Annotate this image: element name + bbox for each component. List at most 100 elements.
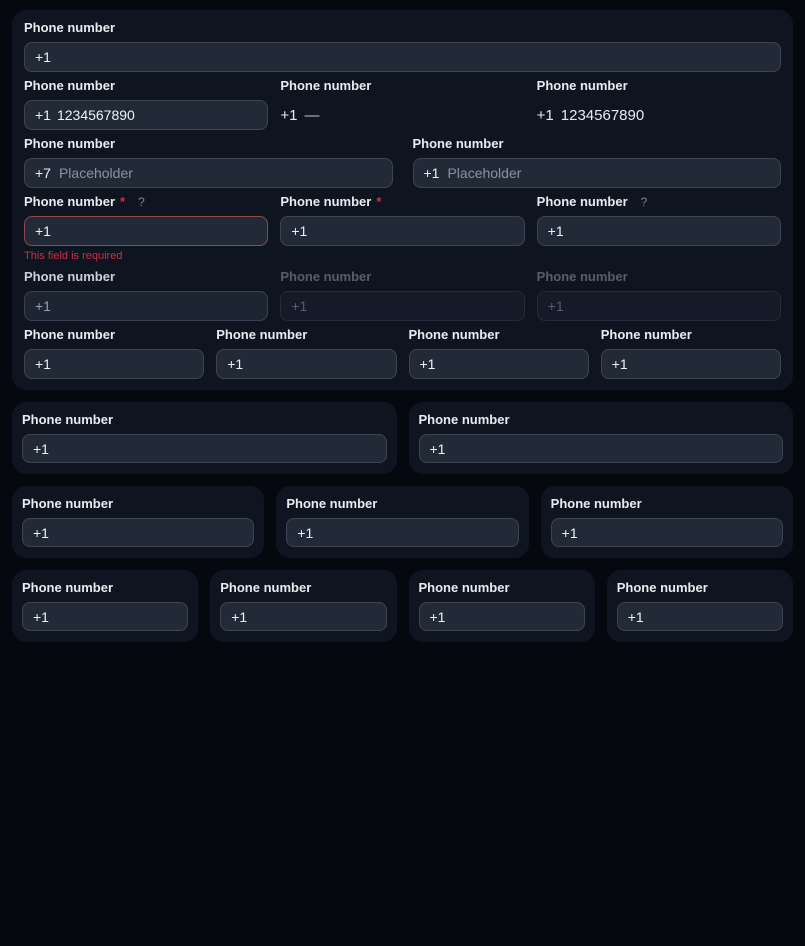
phone-field-required: Phone number * +1 [280, 194, 524, 263]
dial-code-prefix: +1 [280, 107, 297, 124]
phone-field-card: Phone number +1 [12, 486, 264, 558]
phone-field-with-help: Phone number ? +1 [537, 194, 781, 263]
phone-label: Phone number [419, 412, 784, 428]
phone-label-text: Phone number [617, 580, 708, 596]
phone-label: Phone number [537, 78, 781, 94]
phone-label: Phone number [24, 136, 393, 152]
phone-label: Phone number [280, 269, 524, 285]
phone-label-text: Phone number [216, 327, 307, 343]
dial-code-prefix: +1 [231, 609, 247, 625]
phone-field-card: Phone number +1 [12, 570, 198, 642]
dial-code-prefix: +1 [35, 356, 51, 372]
phone-number-value: — [304, 107, 319, 124]
dial-code-prefix: +1 [33, 525, 49, 541]
phone-label-text: Phone number [537, 78, 628, 94]
phone-number-value: 1234567890 [57, 107, 135, 123]
phone-input[interactable]: +1 [280, 216, 524, 246]
phone-label: Phone number [601, 327, 781, 343]
dial-code-prefix: +1 [291, 223, 307, 239]
phone-label: Phone number [24, 269, 268, 285]
phone-label-text: Phone number [280, 194, 371, 210]
phone-input[interactable]: +1 Placeholder [413, 158, 782, 188]
help-question-icon[interactable]: ? [641, 194, 648, 210]
dial-code-prefix: +1 [35, 223, 51, 239]
phone-field-card: Phone number +1 [409, 402, 794, 474]
phone-label-text: Phone number [280, 78, 371, 94]
phone-input[interactable]: +1 [419, 434, 784, 463]
phone-input[interactable]: +1 [220, 602, 386, 631]
phone-label-text: Phone number [24, 269, 115, 285]
phone-input[interactable]: +1 [537, 216, 781, 246]
phone-label: Phone number [413, 136, 782, 152]
phone-input[interactable]: +1 [24, 216, 268, 246]
phone-field-placeholder-ru: Phone number +7 Placeholder [24, 136, 393, 188]
phone-field-filled: Phone number +1 1234567890 [24, 78, 268, 130]
phone-label-text: Phone number [601, 327, 692, 343]
phone-text-readout: +1 — [280, 100, 524, 130]
phone-field-compact: Phone number +1 [216, 327, 396, 379]
phone-label: Phone number ? [537, 194, 781, 210]
phone-label-text: Phone number [409, 327, 500, 343]
dial-code-prefix: +1 [424, 165, 440, 181]
phone-input[interactable]: +1 [409, 349, 589, 379]
validation-variants-row: Phone number * ? +1 This field is requir… [24, 194, 781, 263]
phone-label: Phone number [22, 412, 387, 428]
phone-input: +1 [537, 291, 781, 321]
phone-number-value: 1234567890 [561, 107, 644, 124]
dial-code-prefix: +1 [227, 356, 243, 372]
required-asterisk: * [376, 194, 381, 210]
phone-input[interactable]: +1 [286, 518, 518, 547]
phone-field-placeholder-us: Phone number +1 Placeholder [413, 136, 782, 188]
phone-field-card: Phone number +1 [12, 402, 397, 474]
dial-code-prefix: +1 [548, 298, 564, 314]
phone-label-text: Phone number [419, 580, 510, 596]
phone-label-text: Phone number [280, 269, 371, 285]
phone-input[interactable]: +1 [551, 518, 783, 547]
phone-label: Phone number [419, 580, 585, 596]
phone-label: Phone number [216, 327, 396, 343]
phone-label-text: Phone number [537, 194, 628, 210]
phone-label: Phone number [24, 78, 268, 94]
phone-input[interactable]: +1 [24, 42, 781, 72]
phone-field-compact: Phone number +1 [24, 327, 204, 379]
dial-code-prefix: +1 [562, 525, 578, 541]
phone-input[interactable]: +1 [617, 602, 783, 631]
card-row-four-columns: Phone number +1 Phone number +1 Phone nu… [12, 570, 793, 642]
phone-field-card: Phone number +1 [276, 486, 528, 558]
phone-label: Phone number [220, 580, 386, 596]
phone-input[interactable]: +7 Placeholder [24, 158, 393, 188]
dial-code-prefix: +1 [35, 49, 51, 65]
phone-label-text: Phone number [220, 580, 311, 596]
phone-field-disabled: Phone number +1 [280, 269, 524, 321]
dial-code-prefix: +1 [420, 356, 436, 372]
phone-input[interactable]: +1 [22, 434, 387, 463]
phone-input[interactable]: +1 [419, 602, 585, 631]
phone-label-text: Phone number [22, 580, 113, 596]
phone-label: Phone number [24, 20, 781, 36]
phone-label-text: Phone number [22, 496, 113, 512]
required-asterisk: * [120, 194, 125, 210]
phone-label: Phone number [280, 78, 524, 94]
state-variants-row: Phone number +1 Phone number +1 Phone nu… [24, 269, 781, 321]
phone-input[interactable]: +1 1234567890 [24, 100, 268, 130]
phone-label: Phone number [22, 496, 254, 512]
phone-input[interactable]: +1 [22, 518, 254, 547]
phone-label-text: Phone number [419, 412, 510, 428]
phone-label: Phone number * ? [24, 194, 268, 210]
help-question-icon[interactable]: ? [138, 194, 145, 210]
phone-field-card: Phone number +1 [607, 570, 793, 642]
phone-input[interactable]: +1 [24, 349, 204, 379]
phone-label-text: Phone number [413, 136, 504, 152]
phone-label: Phone number [409, 327, 589, 343]
compact-fields-row: Phone number +1 Phone number +1 Phone nu… [24, 327, 781, 379]
phone-label: Phone number [24, 327, 204, 343]
card-row-three-columns: Phone number +1 Phone number +1 Phone nu… [12, 486, 793, 558]
phone-placeholder: Placeholder [447, 165, 521, 181]
phone-input[interactable]: +1 [24, 291, 268, 321]
phone-input[interactable]: +1 [601, 349, 781, 379]
phone-input[interactable]: +1 [22, 602, 188, 631]
phone-input[interactable]: +1 [216, 349, 396, 379]
phone-field-error: Phone number * ? +1 This field is requir… [24, 194, 268, 263]
phone-field-showcase-panel: Phone number +1 Phone number +1 12345678… [12, 10, 793, 390]
phone-label-text: Phone number [22, 412, 113, 428]
